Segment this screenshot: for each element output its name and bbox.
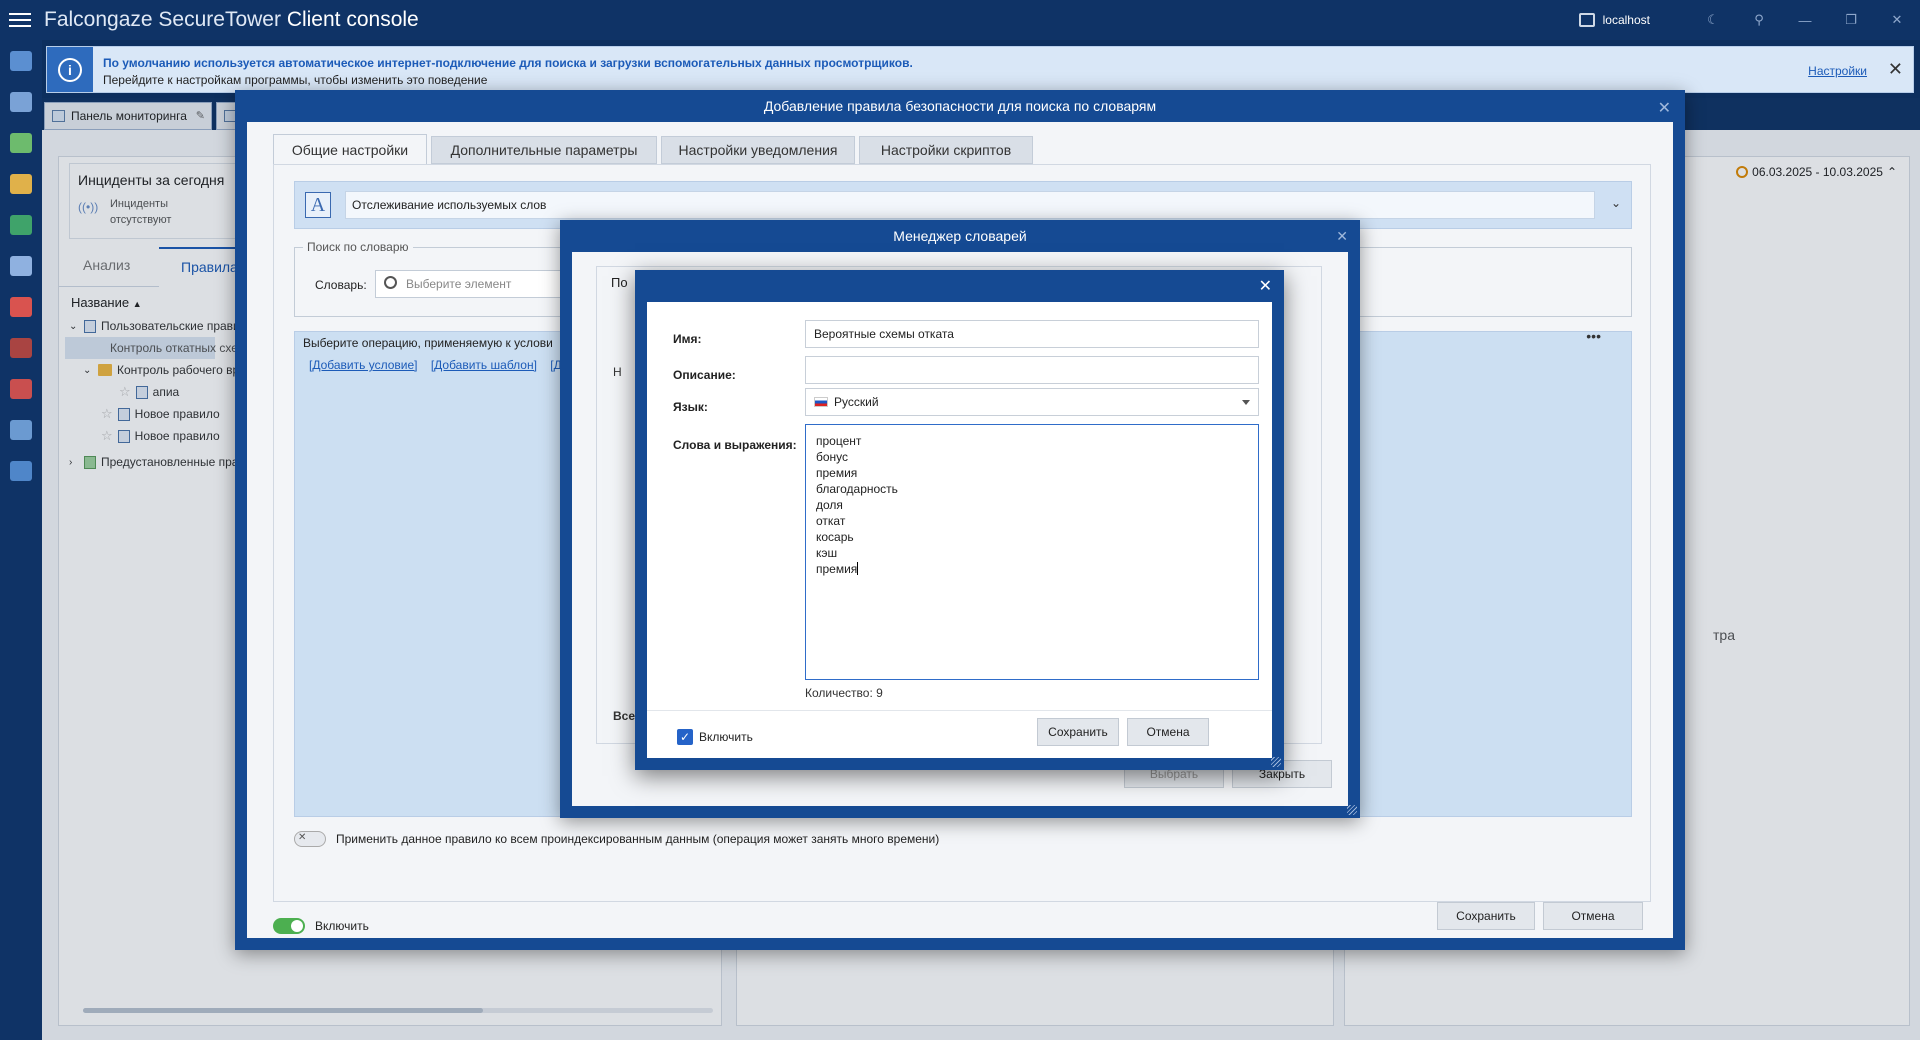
apply-to-all-toggle[interactable] [294,831,326,847]
save-button[interactable]: Сохранить [1037,718,1119,746]
monitor-icon[interactable] [0,368,42,409]
list-fragment: Н [613,365,622,379]
rule-name-input[interactable]: Отслеживание используемых слов [345,191,1595,219]
search-icon [384,276,397,289]
reports-icon[interactable] [0,245,42,286]
apply-to-all-row: Применить данное правило ко всем проинде… [294,831,939,847]
name-input[interactable]: Вероятные схемы отката [805,320,1259,348]
description-input[interactable] [805,356,1259,384]
close-icon[interactable]: ✕ [1259,276,1272,296]
alert-icon[interactable] [0,286,42,327]
close-icon[interactable]: ✕ [1336,228,1348,245]
rule-dialog-footer: Включить Сохранить Отмена [247,902,1673,938]
tab-notifications[interactable]: Настройки уведомления [661,136,855,164]
enable-label: Включить [315,919,369,933]
banner-settings-link[interactable]: Настройки [1808,64,1867,78]
title-bar: Falcongaze SecureTower Client console lo… [0,0,1920,40]
dictionary-label: Словарь: [315,278,367,292]
apply-to-all-label: Применить данное правило ко всем проинде… [336,832,940,846]
add-condition-link[interactable]: [Добавить условие] [309,358,417,372]
words-label: Слова и выражения: [673,438,797,452]
theme-icon[interactable]: ☾ [1690,0,1736,40]
settings-icon[interactable] [0,450,42,491]
operations-links: [Добавить условие] [Добавить шаблон] [Д [309,358,572,372]
operations-hint: Выберите операцию, применяемую к услови [303,336,553,350]
divider [647,710,1272,711]
banner-message: По умолчанию используется автоматическое… [103,56,913,70]
dictionary-editor-dialog: ✕ Имя: Вероятные схемы отката Описание: … [635,270,1284,770]
cancel-button[interactable]: Отмена [1127,718,1209,746]
left-toolbar [0,40,42,1040]
dropdown-arrow-icon [1242,400,1250,405]
analytics-icon[interactable] [0,122,42,163]
tab-general[interactable]: Общие настройки [273,134,427,165]
word-count: Количество: 9 [805,686,883,700]
dictionary-select-input[interactable]: Выберите элемент [375,270,565,298]
close-icon[interactable]: ✕ [1658,98,1671,118]
app-title: Falcongaze SecureTower Client console [44,8,419,31]
enable-toggle[interactable] [273,918,305,934]
info-icon: i [47,47,93,92]
language-select[interactable]: Русский [805,388,1259,416]
banner-hint: Перейдите к настройкам программы, чтобы … [103,73,488,87]
description-label: Описание: [673,368,736,382]
dashboard-icon[interactable] [0,40,42,81]
words-textarea[interactable]: процент бонус премия благодарность доля … [805,424,1259,680]
users-icon[interactable] [0,163,42,204]
search-icon[interactable] [0,81,42,122]
resize-grip[interactable] [1347,805,1357,815]
server-name: localhost [1602,13,1650,27]
group-title: Поиск по словарю [303,240,413,254]
enable-row: Включить [273,918,369,934]
menu-icon[interactable] [0,0,40,40]
tab-additional[interactable]: Дополнительные параметры [431,136,657,164]
save-button[interactable]: Сохранить [1437,902,1535,930]
archive-icon[interactable] [0,409,42,450]
russia-flag-icon [814,397,828,407]
rule-type-icon: A [305,192,331,218]
restore-button[interactable]: ❐ [1828,0,1874,40]
graph-icon[interactable] [0,204,42,245]
incident-icon[interactable] [0,327,42,368]
info-banner: i По умолчанию используется автоматическ… [46,46,1914,93]
text-caret [857,562,859,575]
dialog-title: Добавление правила безопасности для поис… [763,98,1157,114]
name-label: Имя: [673,332,702,346]
add-template-link[interactable]: [Добавить шаблон] [431,358,537,372]
server-icon [1578,13,1595,27]
pin-icon[interactable]: ⚲ [1736,0,1782,40]
enable-label: Включить [699,730,753,744]
cancel-button[interactable]: Отмена [1543,902,1643,930]
chevron-down-icon[interactable]: ⌄ [1611,196,1621,210]
more-options-icon[interactable]: ••• [1586,328,1601,344]
dialog-title: Менеджер словарей [893,228,1027,244]
resize-grip[interactable] [1271,757,1281,767]
language-label: Язык: [673,400,708,414]
minimize-button[interactable]: — [1782,0,1828,40]
tab-dictionaries[interactable]: По [597,267,637,299]
tab-scripts[interactable]: Настройки скриптов [859,136,1033,164]
enable-checkbox[interactable]: ✓ [677,729,693,745]
all-fragment: Все [613,709,636,723]
close-button[interactable]: ✕ [1874,0,1920,40]
server-indicator[interactable]: localhost [1578,13,1650,27]
banner-close-icon[interactable]: ✕ [1888,59,1903,80]
